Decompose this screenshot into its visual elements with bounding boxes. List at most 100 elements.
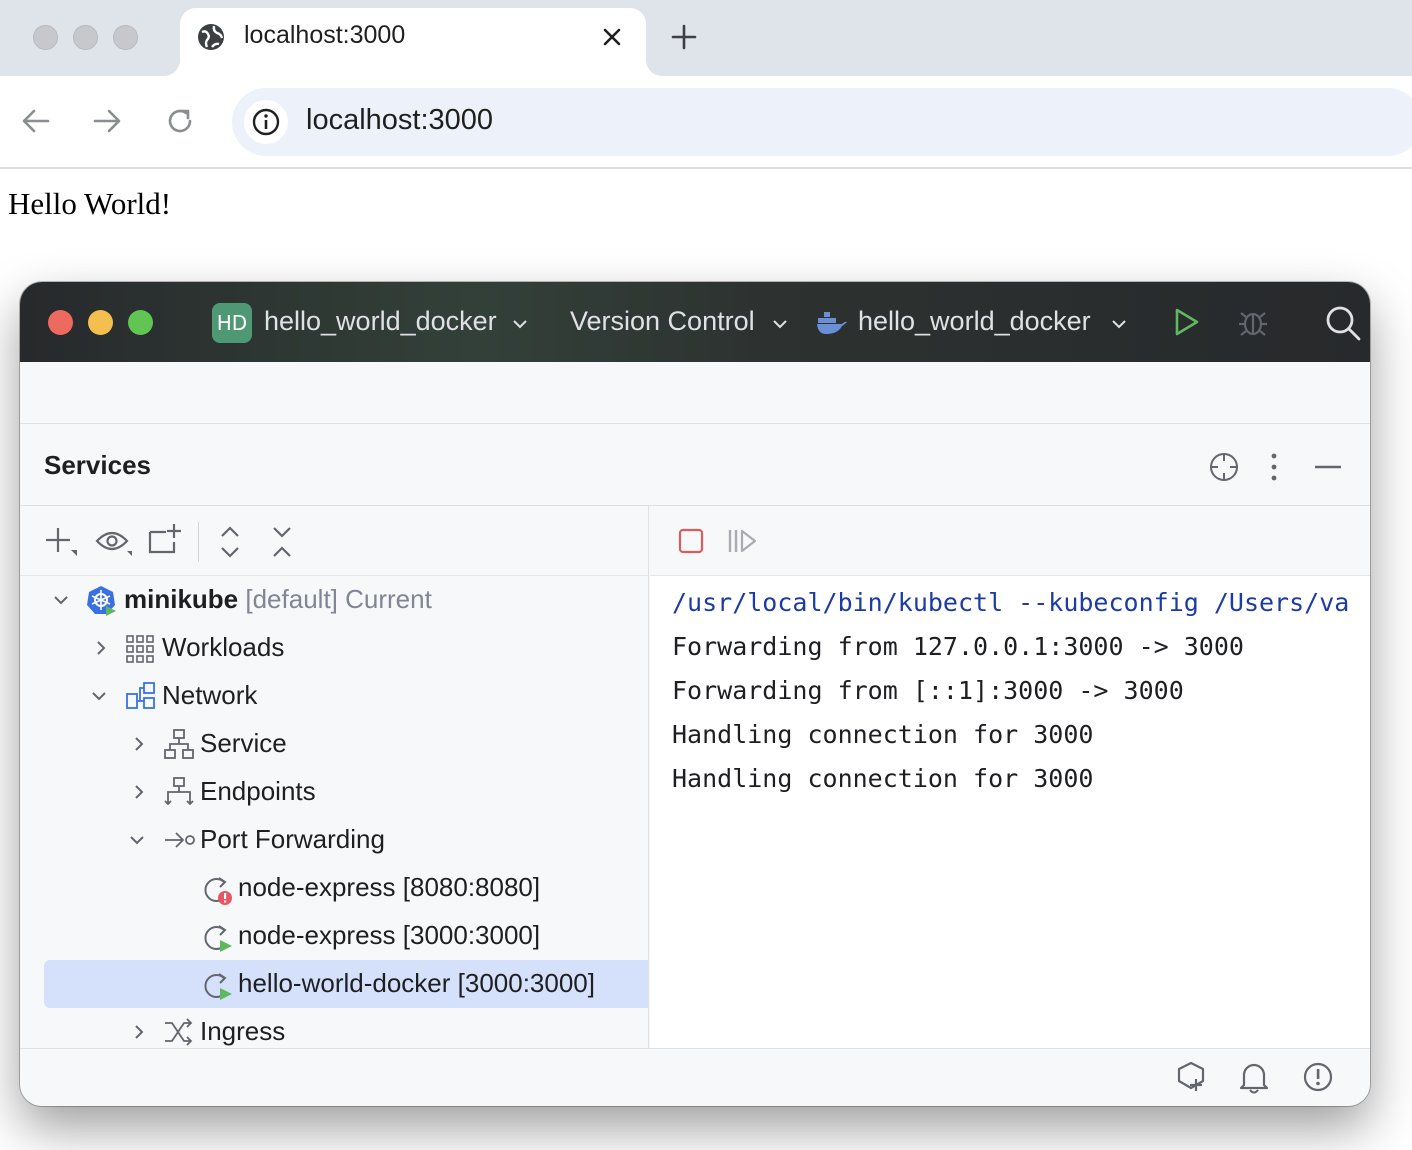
locate-target-icon[interactable] bbox=[1208, 451, 1240, 483]
workloads-grid-icon bbox=[126, 635, 154, 663]
cluster-name: minikube bbox=[124, 584, 239, 614]
eye-icon[interactable] bbox=[94, 527, 134, 557]
expand-all-icon[interactable] bbox=[218, 524, 242, 560]
globe-icon bbox=[198, 24, 224, 50]
console-line: Handling connection for 3000 bbox=[672, 720, 1094, 749]
new-tab-icon[interactable] bbox=[668, 21, 700, 53]
chevron-right-icon[interactable] bbox=[92, 639, 110, 657]
collapse-all-icon[interactable] bbox=[270, 524, 294, 560]
tree-label: Service bbox=[200, 728, 287, 758]
tree-node-network[interactable]: Network bbox=[44, 672, 648, 720]
project-selector[interactable]: hello_world_docker bbox=[264, 306, 497, 337]
chevron-down-icon bbox=[773, 320, 787, 329]
tree-label: node-express [8080:8080] bbox=[238, 872, 541, 902]
back-arrow-icon[interactable] bbox=[18, 103, 54, 139]
minimize-panel-icon[interactable] bbox=[1314, 462, 1342, 472]
docker-icon bbox=[817, 312, 847, 334]
port-forward-error-icon bbox=[204, 877, 232, 905]
endpoints-icon bbox=[164, 777, 194, 806]
reload-icon[interactable] bbox=[162, 103, 198, 139]
toolbar-divider bbox=[198, 522, 199, 562]
ide-zoom-button[interactable] bbox=[128, 310, 153, 335]
chevron-down-icon[interactable] bbox=[128, 831, 146, 849]
port-forward-item[interactable]: node-express [3000:3000] bbox=[44, 912, 648, 960]
rerun-icon[interactable] bbox=[728, 528, 758, 554]
network-icon bbox=[126, 682, 155, 709]
tree-node-endpoints[interactable]: Endpoints bbox=[44, 768, 648, 816]
vcs-menu[interactable]: Version Control bbox=[570, 306, 755, 337]
debug-bug-icon[interactable] bbox=[1236, 305, 1270, 339]
ide-close-button[interactable] bbox=[48, 310, 73, 335]
new-group-icon[interactable] bbox=[148, 522, 184, 558]
tree-label: Endpoints bbox=[200, 776, 316, 806]
info-icon bbox=[252, 108, 280, 136]
tree-node-port-forwarding[interactable]: Port Forwarding bbox=[44, 816, 648, 864]
console-line: Forwarding from 127.0.0.1:3000 -> 3000 bbox=[672, 632, 1244, 661]
port-forward-item-selected[interactable]: hello-world-docker [3000:3000] bbox=[44, 960, 648, 1008]
port-forward-item[interactable]: node-express [8080:8080] bbox=[44, 864, 648, 912]
kubernetes-icon bbox=[87, 586, 116, 616]
tree-node-service[interactable]: Service bbox=[44, 720, 648, 768]
console-line: Handling connection for 3000 bbox=[672, 764, 1094, 793]
chevron-right-icon[interactable] bbox=[130, 1023, 148, 1041]
browser-toolbar: localhost:3000 bbox=[0, 76, 1412, 169]
console-toolbar bbox=[650, 506, 1370, 576]
page-body-text: Hello World! bbox=[8, 186, 172, 221]
close-tab-icon[interactable] bbox=[598, 23, 626, 51]
tree-label: hello-world-docker [3000:3000] bbox=[238, 968, 595, 998]
console-line: Forwarding from [::1]:3000 -> 3000 bbox=[672, 676, 1184, 705]
tree-label: Workloads bbox=[162, 632, 285, 662]
cluster-meta: [default] Current bbox=[245, 584, 432, 614]
port-forward-running-icon bbox=[204, 925, 232, 952]
add-service-icon[interactable] bbox=[44, 526, 80, 558]
search-icon[interactable] bbox=[1324, 304, 1362, 342]
services-title: Services bbox=[44, 450, 151, 480]
ide-title-bar: HD hello_world_docker Version Control he… bbox=[20, 282, 1370, 362]
console-line: /usr/local/bin/kubectl --kubeconfig /Use… bbox=[672, 588, 1350, 617]
tree-label: Ingress bbox=[200, 1016, 286, 1046]
services-tree-pane: minikube [default] Current Workloads Net… bbox=[20, 506, 649, 1048]
tab-title: localhost:3000 bbox=[244, 21, 406, 49]
port-forward-running-icon bbox=[204, 973, 232, 1000]
ide-status-bar bbox=[20, 1048, 1370, 1106]
ide-window: HD hello_world_docker Version Control he… bbox=[20, 282, 1370, 1106]
browser-tab-strip: localhost:3000 bbox=[0, 0, 1412, 76]
services-tree-toolbar bbox=[20, 506, 648, 576]
editor-placeholder-area bbox=[20, 362, 1370, 424]
chevron-down-icon[interactable] bbox=[52, 591, 70, 609]
port-forward-icon bbox=[165, 832, 195, 848]
site-info-button[interactable] bbox=[244, 100, 288, 144]
tree-label: minikube [default] Current bbox=[124, 584, 432, 615]
window-minimize-button[interactable] bbox=[73, 25, 98, 50]
ingress-shuffle-icon bbox=[165, 1018, 193, 1046]
console-pane: /usr/local/bin/kubectl --kubeconfig /Use… bbox=[650, 506, 1370, 1048]
tree-node-ingress[interactable]: Ingress bbox=[44, 1008, 648, 1048]
notifications-bell-icon[interactable] bbox=[1238, 1061, 1270, 1095]
chevron-right-icon[interactable] bbox=[130, 735, 148, 753]
browser-tab[interactable]: localhost:3000 bbox=[180, 8, 646, 76]
address-bar[interactable]: localhost:3000 bbox=[232, 88, 1412, 156]
tree-label: Network bbox=[162, 680, 258, 710]
run-config-selector[interactable]: hello_world_docker bbox=[858, 306, 1091, 337]
tree-label: Port Forwarding bbox=[200, 824, 385, 854]
service-hierarchy-icon bbox=[164, 729, 194, 759]
window-zoom-button[interactable] bbox=[113, 25, 138, 50]
project-badge[interactable]: HD bbox=[212, 303, 252, 343]
chevron-down-icon[interactable] bbox=[90, 687, 108, 705]
services-header: Services bbox=[20, 424, 1370, 506]
problems-warning-icon[interactable] bbox=[1302, 1061, 1334, 1093]
chevron-right-icon[interactable] bbox=[130, 783, 148, 801]
more-options-icon[interactable] bbox=[1264, 451, 1284, 483]
chevron-down-icon bbox=[513, 320, 527, 329]
url-text: localhost:3000 bbox=[306, 104, 494, 136]
ide-minimize-button[interactable] bbox=[88, 310, 113, 335]
forward-arrow-icon[interactable] bbox=[89, 103, 125, 139]
window-close-button[interactable] bbox=[33, 25, 58, 50]
tree-label: node-express [3000:3000] bbox=[238, 920, 541, 950]
tree-node-minikube[interactable]: minikube [default] Current bbox=[44, 576, 648, 624]
chevron-down-icon bbox=[1112, 320, 1126, 329]
tree-node-workloads[interactable]: Workloads bbox=[44, 624, 648, 672]
run-icon[interactable] bbox=[1170, 306, 1202, 338]
plugin-shield-icon[interactable] bbox=[1176, 1061, 1208, 1095]
stop-icon[interactable] bbox=[678, 528, 704, 554]
